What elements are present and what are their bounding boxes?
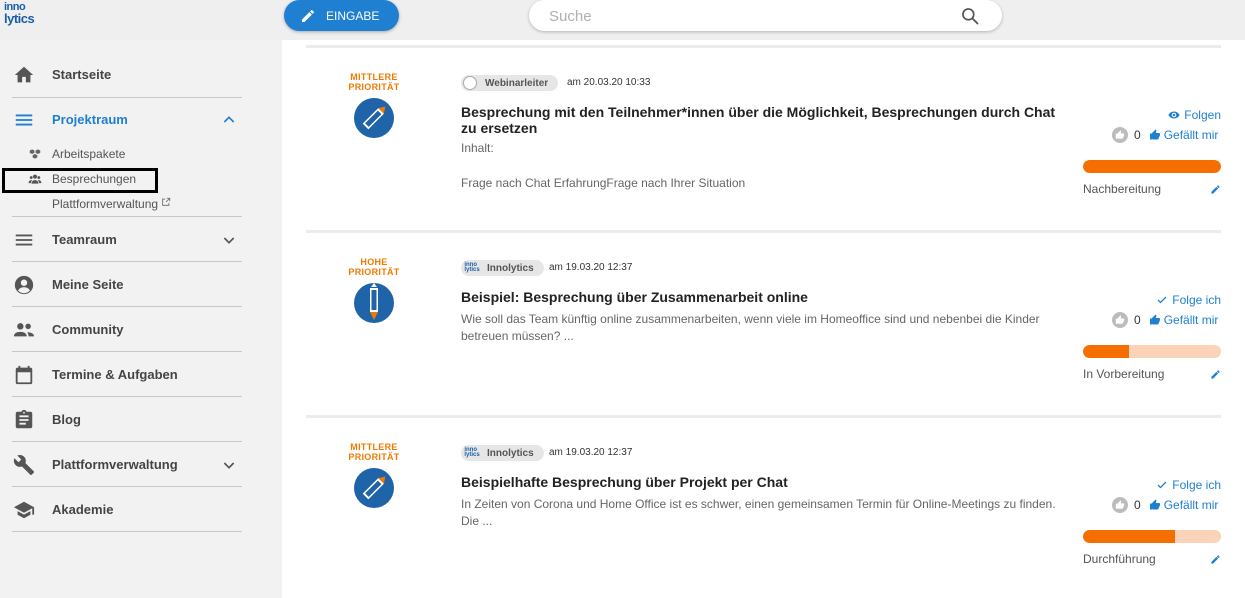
search-bar xyxy=(529,0,1002,31)
author-chip[interactable]: inno lytics Innolytics xyxy=(461,445,544,461)
meeting-description: Wie soll das Team künftig online zusamme… xyxy=(461,312,1040,343)
search-icon[interactable] xyxy=(960,6,980,26)
account-icon xyxy=(13,274,35,296)
check-icon xyxy=(1157,296,1167,304)
author-chip[interactable]: inno lytics Innolytics xyxy=(461,260,544,276)
meeting-description: Inhalt: xyxy=(461,141,494,155)
thumbs-up-icon xyxy=(1112,497,1128,513)
medium-priority-pencil-icon xyxy=(354,468,394,508)
likes-row: 0 Gefällt mir xyxy=(1112,497,1218,513)
follow-button[interactable]: Folgen xyxy=(1168,108,1221,122)
graduation-cap-icon xyxy=(13,499,35,521)
progress-fill xyxy=(1083,160,1221,173)
like-count: 0 xyxy=(1134,313,1141,327)
chevron-up-icon[interactable] xyxy=(221,112,237,128)
eingabe-button[interactable]: EINGABE xyxy=(284,0,399,31)
medium-priority-pencil-icon xyxy=(354,98,394,138)
edit-pencil-icon[interactable] xyxy=(1210,369,1221,380)
avatar xyxy=(463,76,477,90)
thumbs-up-icon xyxy=(1112,127,1128,143)
follow-button[interactable]: Folge ich xyxy=(1156,293,1221,307)
like-button[interactable]: Gefällt mir xyxy=(1149,128,1218,142)
author-chip[interactable]: Webinarleiter xyxy=(461,75,559,91)
priority-label: MITTLERE PRIORITÄT xyxy=(348,72,400,92)
thumbs-up-icon xyxy=(1149,314,1160,325)
sidebar-item-akademie[interactable]: Akademie xyxy=(0,487,242,532)
meeting-title[interactable]: Beispiel: Besprechung über Zusammenarbei… xyxy=(461,289,1061,305)
status-progress-bar xyxy=(1083,160,1221,173)
eingabe-label: EINGABE xyxy=(326,8,380,23)
sidebar-item-blog[interactable]: Blog xyxy=(0,397,242,442)
cubes-icon xyxy=(29,149,41,159)
meeting-description: In Zeiten von Corona und Home Office ist… xyxy=(461,497,1056,528)
meeting-card[interactable]: MITTLERE PRIORITÄT inno lytics Innolytics… xyxy=(306,420,1221,590)
sidebar-item-teamraum[interactable]: Teamraum xyxy=(0,217,242,262)
selection-highlight xyxy=(2,168,158,193)
eye-icon xyxy=(1168,111,1180,119)
check-icon xyxy=(1157,481,1167,489)
like-count: 0 xyxy=(1134,498,1141,512)
progress-fill xyxy=(1083,530,1176,543)
pencil-icon xyxy=(302,9,315,22)
card-separator xyxy=(306,415,1221,418)
people-icon xyxy=(13,319,35,341)
menu-icon xyxy=(13,109,35,131)
meeting-title[interactable]: Beispielhafte Besprechung über Projekt p… xyxy=(461,474,1061,490)
priority-label: MITTLERE PRIORITÄT xyxy=(348,442,400,462)
thumbs-up-icon xyxy=(1149,129,1160,140)
meeting-title[interactable]: Besprechung mit den Teilnehmer*innen übe… xyxy=(461,104,1061,136)
post-date: am 19.03.20 12:37 xyxy=(549,447,633,458)
search-input[interactable] xyxy=(549,6,949,26)
priority-label: HOHE PRIORITÄT xyxy=(348,257,400,277)
sidebar-item-community[interactable]: Community xyxy=(0,307,242,352)
status-label: Durchführung xyxy=(1083,552,1156,566)
external-link-icon xyxy=(162,197,171,206)
meeting-card[interactable]: MITTLERE PRIORITÄT Webinarleiter am 20.0… xyxy=(306,50,1221,220)
sidebar-item-termine[interactable]: Termine & Aufgaben xyxy=(0,352,242,397)
innolytics-logo[interactable]: inno lytics xyxy=(4,2,38,32)
follow-button[interactable]: Folge ich xyxy=(1156,478,1221,492)
menu-icon xyxy=(13,229,35,251)
high-priority-pencil-icon xyxy=(354,283,394,323)
status-progress-bar xyxy=(1083,345,1221,358)
status-label: In Vorbereitung xyxy=(1083,367,1165,381)
likes-row: 0 Gefällt mir xyxy=(1112,312,1218,328)
sidebar: Startseite Projektraum Arbeitspakete Bes… xyxy=(0,40,282,598)
like-button[interactable]: Gefällt mir xyxy=(1149,313,1218,327)
sidebar-item-plattformverwaltung[interactable]: Plattformverwaltung xyxy=(0,442,242,487)
home-icon xyxy=(13,64,35,86)
chevron-down-icon[interactable] xyxy=(221,232,237,248)
likes-row: 0 Gefällt mir xyxy=(1112,127,1218,143)
card-separator xyxy=(306,45,1221,48)
calendar-icon xyxy=(13,364,35,386)
meeting-description: Frage nach Chat ErfahrungFrage nach Ihre… xyxy=(461,176,746,190)
clipboard-icon xyxy=(13,409,35,431)
sidebar-item-projektraum[interactable]: Projektraum xyxy=(0,97,242,142)
like-button[interactable]: Gefällt mir xyxy=(1149,498,1218,512)
post-date: am 19.03.20 12:37 xyxy=(549,262,633,273)
card-separator xyxy=(306,230,1221,233)
innolytics-avatar: inno lytics xyxy=(464,447,480,458)
edit-pencil-icon[interactable] xyxy=(1210,184,1221,195)
top-bar: inno lytics EINGABE xyxy=(0,0,1245,40)
thumbs-up-icon xyxy=(1149,499,1160,510)
sidebar-item-startseite[interactable]: Startseite xyxy=(0,52,242,97)
meetings-list: MITTLERE PRIORITÄT Webinarleiter am 20.0… xyxy=(282,40,1245,598)
status-progress-bar xyxy=(1083,530,1221,543)
divider xyxy=(12,531,242,532)
chevron-down-icon[interactable] xyxy=(221,457,237,473)
status-label: Nachbereitung xyxy=(1083,182,1162,196)
like-count: 0 xyxy=(1134,128,1141,142)
wrench-icon xyxy=(13,454,35,476)
edit-pencil-icon[interactable] xyxy=(1210,554,1221,565)
sidebar-item-meine-seite[interactable]: Meine Seite xyxy=(0,262,242,307)
innolytics-avatar: inno lytics xyxy=(464,262,480,273)
thumbs-up-icon xyxy=(1112,312,1128,328)
post-date: am 20.03.20 10:33 xyxy=(567,77,651,88)
progress-fill xyxy=(1083,345,1129,358)
meeting-card[interactable]: HOHE PRIORITÄT inno lytics Innolytics am … xyxy=(306,235,1221,405)
